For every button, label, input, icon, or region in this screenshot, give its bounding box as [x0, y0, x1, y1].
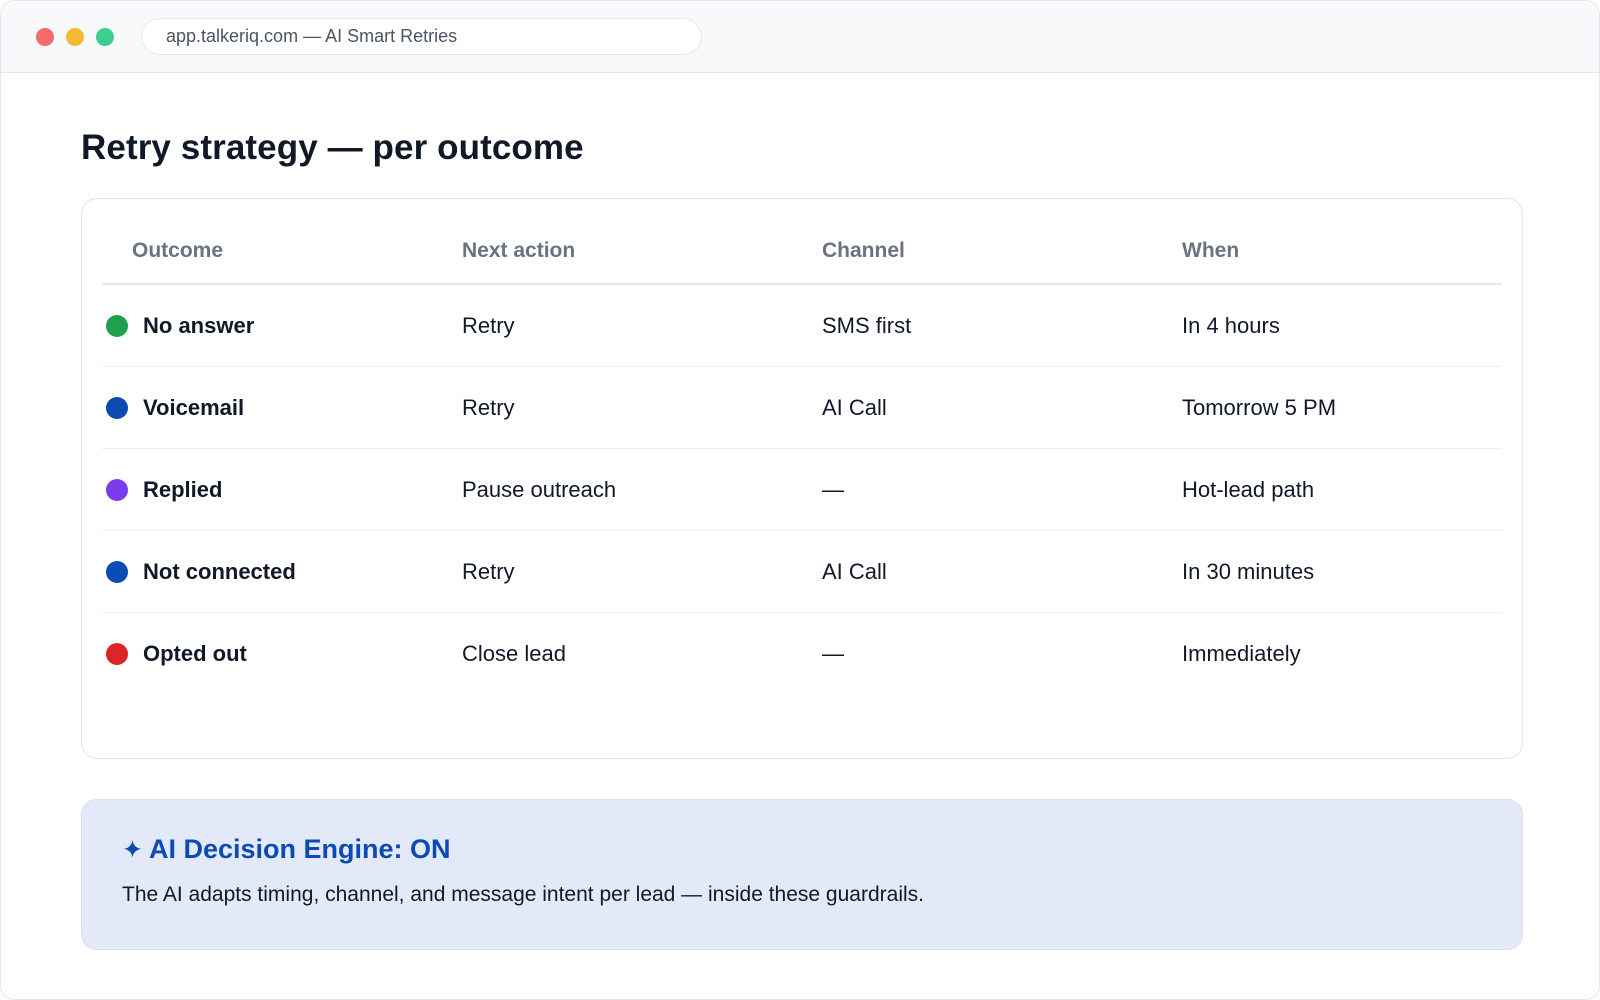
title-bar: app.talkeriq.com — AI Smart Retries: [1, 1, 1599, 73]
status-dot: [106, 396, 128, 419]
status-dot: [106, 314, 128, 337]
outcome-label: No answer: [143, 312, 255, 338]
when-cell: Tomorrow 5 PM: [1182, 394, 1337, 420]
when-cell: Immediately: [1182, 641, 1301, 666]
ai-decision-engine-banner: ✦ AI Decision Engine: ON The AI adapts t…: [81, 799, 1523, 950]
table-header: Outcome Next action Channel When: [102, 199, 1502, 285]
table-row: Not connected Retry AI Call In 30 minute…: [102, 531, 1502, 613]
outcome-label: Replied: [143, 476, 223, 502]
column-header-next-action: Next action: [462, 239, 576, 262]
table-row: Opted out Close lead — Immediately: [102, 613, 1502, 695]
outcome-label: Not connected: [143, 558, 296, 584]
banner-description: The AI adapts timing, channel, and messa…: [122, 883, 924, 906]
when-cell: In 30 minutes: [1182, 558, 1315, 584]
table-row: No answer Retry SMS first In 4 hours: [102, 285, 1502, 367]
channel-cell: AI Call: [822, 394, 887, 420]
next-action-cell: Retry: [462, 312, 515, 338]
retry-strategy-table: Outcome Next action Channel When No answ…: [81, 198, 1523, 759]
when-cell: In 4 hours: [1182, 312, 1280, 338]
table-row: Replied Pause outreach — Hot-lead path: [102, 449, 1502, 531]
status-dot: [106, 643, 128, 665]
channel-cell: AI Call: [822, 558, 887, 584]
next-action-cell: Close lead: [462, 641, 566, 666]
table-row: Voicemail Retry AI Call Tomorrow 5 PM: [102, 367, 1502, 449]
outcome-label: Voicemail: [143, 394, 245, 420]
status-dot: [106, 478, 128, 501]
column-header-when: When: [1182, 239, 1240, 262]
status-dot: [106, 560, 128, 583]
outcome-label: Opted out: [143, 641, 247, 666]
address-bar[interactable]: app.talkeriq.com — AI Smart Retries: [141, 18, 702, 55]
minimize-window-button[interactable]: [66, 27, 84, 46]
close-window-button[interactable]: [36, 27, 54, 46]
page-title: Retry strategy — per outcome: [81, 128, 584, 167]
next-action-cell: Retry: [462, 558, 515, 584]
address-bar-text: app.talkeriq.com — AI Smart Retries: [166, 26, 458, 46]
main-content: Retry strategy — per outcome Outcome Nex…: [81, 73, 1523, 950]
browser-window: app.talkeriq.com — AI Smart Retries Retr…: [0, 0, 1600, 1000]
maximize-window-button[interactable]: [96, 27, 114, 46]
channel-cell: —: [822, 641, 844, 666]
channel-cell: SMS first: [822, 312, 912, 338]
channel-cell: —: [822, 476, 844, 502]
banner-title-row: ✦ AI Decision Engine: ON: [122, 834, 1482, 865]
when-cell: Hot-lead path: [1182, 476, 1315, 502]
next-action-cell: Pause outreach: [462, 476, 617, 502]
banner-title: AI Decision Engine: ON: [148, 834, 451, 864]
column-header-outcome: Outcome: [132, 239, 224, 262]
next-action-cell: Retry: [462, 394, 515, 420]
column-header-channel: Channel: [822, 239, 905, 262]
sparkle-icon: ✦: [122, 835, 143, 864]
